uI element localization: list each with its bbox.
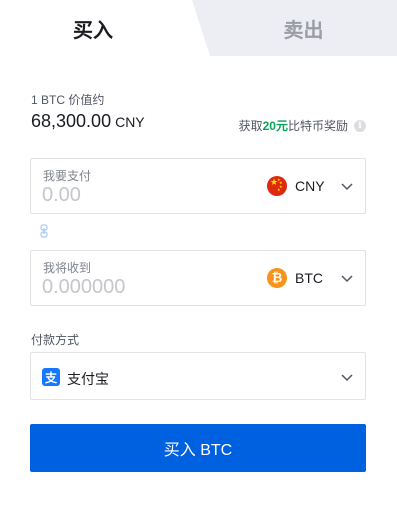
pay-currency-label: CNY xyxy=(295,178,325,194)
reward-prefix: 获取 xyxy=(238,119,263,133)
pay-field: 我要支付 ★★★★★ CNY xyxy=(30,158,366,214)
receive-amount-input[interactable] xyxy=(42,274,242,300)
payment-method-select[interactable]: 支 支付宝 xyxy=(30,352,366,400)
tab-buy-label: 买入 xyxy=(73,19,113,42)
bitcoin-icon: ₿ xyxy=(267,268,287,288)
pay-currency-select[interactable]: ★ ★ ★ ★ ★ CNY xyxy=(267,174,355,198)
payment-method-label: 付款方式 xyxy=(31,333,80,347)
chevron-down-icon xyxy=(341,374,353,382)
receive-currency-label: BTC xyxy=(295,270,323,286)
price-unit: CNY xyxy=(115,114,145,130)
alipay-icon: 支 xyxy=(42,368,60,386)
price-label: 1 BTC 价值约 xyxy=(31,93,105,107)
price-value: 68,300.00 xyxy=(31,111,112,131)
reward-amount: 20元 xyxy=(262,119,288,133)
chevron-down-icon xyxy=(341,183,353,191)
info-icon[interactable]: i xyxy=(354,119,366,132)
pay-amount-input[interactable] xyxy=(42,182,242,208)
tab-buy[interactable]: 买入 xyxy=(0,0,186,56)
price-row: 68,300.00 CNY xyxy=(31,111,145,132)
receive-currency-select[interactable]: ₿ BTC xyxy=(267,266,355,290)
reward-promo: 获取 20元 比特币奖励 i xyxy=(239,117,366,134)
receive-field: 我将收到 ₿ BTC xyxy=(30,250,366,306)
tab-sell-label: 卖出 xyxy=(283,19,324,42)
china-flag-icon: ★ ★ ★ ★ ★ xyxy=(267,176,287,196)
payment-method-value: 支付宝 xyxy=(67,371,109,387)
chevron-down-icon xyxy=(341,275,353,283)
buy-btc-button[interactable]: 买入 BTC xyxy=(30,424,366,472)
link-icon xyxy=(40,224,48,238)
trade-tabs: 买入 卖出 xyxy=(0,0,397,56)
tab-sell[interactable]: 卖出 xyxy=(210,0,397,56)
reward-suffix: 比特币奖励 xyxy=(287,119,348,133)
